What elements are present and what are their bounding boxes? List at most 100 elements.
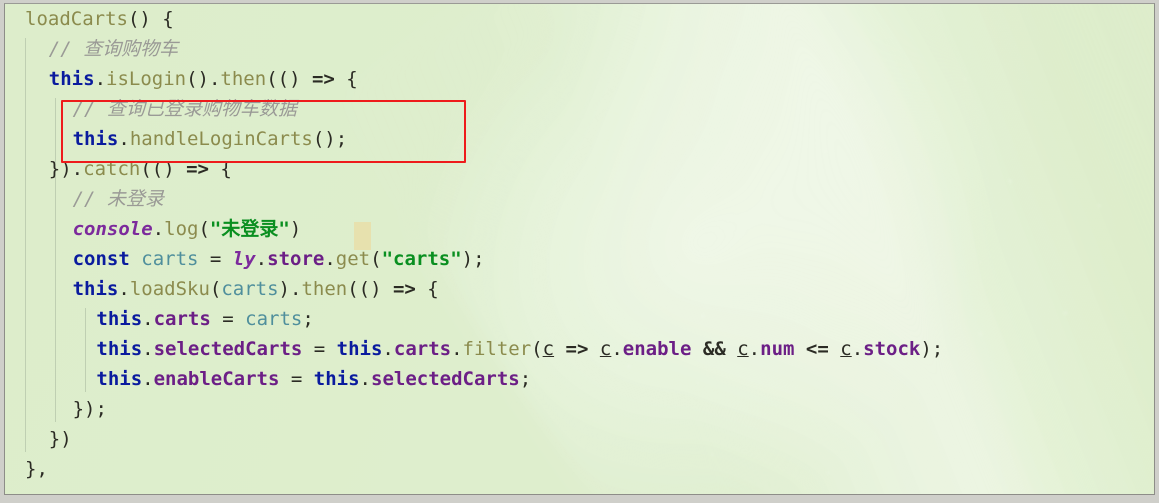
code-line-content: this.enableCarts = this.selectedCarts; [5, 364, 531, 394]
code-token-punct [554, 338, 565, 360]
code-token-punct: . [611, 338, 623, 360]
code-line[interactable]: const carts = ly.store.get("carts"); [5, 244, 1154, 274]
code-token-kw: this [96, 338, 143, 360]
code-line[interactable]: }, [5, 454, 1154, 484]
code-token-var: carts [245, 308, 303, 330]
code-line[interactable]: this.handleLoginCarts(); [5, 124, 1154, 154]
code-token-cmt: // 查询购物车 [48, 38, 179, 60]
code-token-prop: enableCarts [153, 368, 280, 390]
code-token-punct: . [142, 308, 154, 330]
code-token-kw: this [72, 128, 119, 150]
code-line[interactable]: loadCarts() { [5, 4, 1154, 34]
code-token-punct: (); [312, 128, 348, 150]
code-token-punct: { [208, 158, 232, 180]
code-token-prop: carts [153, 308, 211, 330]
code-token-punct: . [324, 248, 336, 270]
code-token-op: => [565, 338, 589, 360]
code-token-fn: catch [83, 158, 141, 180]
code-token-var: carts [221, 278, 279, 300]
code-token-cmt: // 未登录 [72, 188, 164, 210]
code-token-prop: selectedCarts [371, 368, 520, 390]
code-token-param: c [840, 338, 852, 360]
editor-frame: loadCarts() { // 查询购物车 this.isLogin().then… [4, 3, 1155, 495]
code-line-content: this.selectedCarts = this.carts.filter(c… [5, 334, 943, 364]
code-token-fn: then [220, 68, 267, 90]
code-line-content: console.log("未登录") [5, 214, 302, 244]
code-token-punct: ( [531, 338, 543, 360]
code-token-kw: this [336, 338, 383, 360]
code-token-op: => [311, 68, 335, 90]
code-token-punct: = [198, 248, 233, 270]
code-token-kw: this [96, 368, 143, 390]
code-token-punct: ). [278, 278, 302, 300]
code-token-kw: this [96, 308, 143, 330]
code-token-prop: enable [622, 338, 692, 360]
code-line-content: // 未登录 [5, 184, 164, 214]
code-token-prop: carts [393, 338, 452, 360]
code-token-punct: . [255, 248, 268, 270]
code-token-punct: ) [289, 218, 302, 240]
code-token-punct: ); [461, 248, 485, 270]
code-token-punct: ); [920, 338, 944, 360]
code-token-param: c [599, 338, 612, 360]
code-line-content: const carts = ly.store.get("carts"); [5, 244, 485, 274]
code-token-punct: . [851, 338, 864, 360]
code-line[interactable]: // 未登录 [5, 184, 1154, 214]
code-token-punct: ; [519, 368, 532, 390]
code-line[interactable]: console.log("未登录") [5, 214, 1154, 244]
code-token-prop: store [267, 248, 325, 270]
code-token-punct: (() [140, 158, 187, 180]
code-token-punct: . [118, 278, 130, 300]
code-token-punct: }). [48, 158, 84, 180]
code-token-punct: }) [48, 428, 72, 450]
code-line[interactable]: this.carts = carts; [5, 304, 1154, 334]
code-line-content: }); [5, 394, 107, 424]
code-token-punct: ( [209, 278, 222, 300]
code-token-punct: { [334, 68, 358, 90]
code-token-param: c [542, 338, 555, 360]
code-token-punct: ( [370, 248, 382, 270]
code-line[interactable]: // 查询购物车 [5, 34, 1154, 64]
code-token-punct: . [451, 338, 463, 360]
code-token-op: && [702, 338, 726, 360]
code-line[interactable]: this.isLogin().then(() => { [5, 64, 1154, 94]
code-token-str: "carts" [381, 248, 462, 270]
code-token-punct [726, 338, 737, 360]
code-line[interactable]: this.loadSku(carts).then(() => { [5, 274, 1154, 304]
code-line[interactable]: }); [5, 394, 1154, 424]
code-token-kw: const [72, 248, 130, 270]
code-line-content: this.carts = carts; [5, 304, 313, 334]
code-token-punct: . [152, 218, 165, 240]
code-line[interactable]: this.selectedCarts = this.carts.filter(c… [5, 334, 1154, 364]
code-token-punct: (() [266, 68, 312, 90]
code-token-punct [829, 338, 840, 360]
code-token-punct: ( [198, 218, 210, 240]
code-token-punct [130, 248, 141, 270]
code-token-punct: }, [25, 458, 48, 480]
code-token-fn: loadSku [129, 278, 210, 300]
code-line[interactable]: this.enableCarts = this.selectedCarts; [5, 364, 1154, 394]
code-line-content: }).catch(() => { [5, 154, 232, 184]
code-token-cmt: // 查询已登录购物车数据 [72, 98, 297, 120]
code-token-fn: then [301, 278, 348, 300]
code-line[interactable]: // 查询已登录购物车数据 [5, 94, 1154, 124]
code-editor-surface[interactable]: loadCarts() { // 查询购物车 this.isLogin().then… [5, 4, 1154, 494]
code-token-punct [588, 338, 599, 360]
code-token-punct: (). [186, 68, 221, 90]
code-token-punct: = [279, 368, 314, 390]
code-line[interactable]: }) [5, 424, 1154, 454]
code-token-kw: this [313, 368, 360, 390]
code-line-content: }) [5, 424, 72, 454]
code-line[interactable]: }).catch(() => { [5, 154, 1154, 184]
code-token-punct [691, 338, 702, 360]
code-token-punct: . [118, 128, 130, 150]
code-token-op: => [392, 278, 416, 300]
code-token-prop: stock [863, 338, 921, 360]
code-token-punct: = [210, 308, 246, 330]
code-token-punct: . [142, 368, 154, 390]
editor-window: loadCarts() { // 查询购物车 this.isLogin().then… [0, 0, 1159, 503]
code-token-punct: . [142, 338, 154, 360]
code-token-prop: num [760, 338, 795, 360]
code-token-fn: get [335, 248, 371, 270]
code-token-param: c [737, 338, 749, 360]
